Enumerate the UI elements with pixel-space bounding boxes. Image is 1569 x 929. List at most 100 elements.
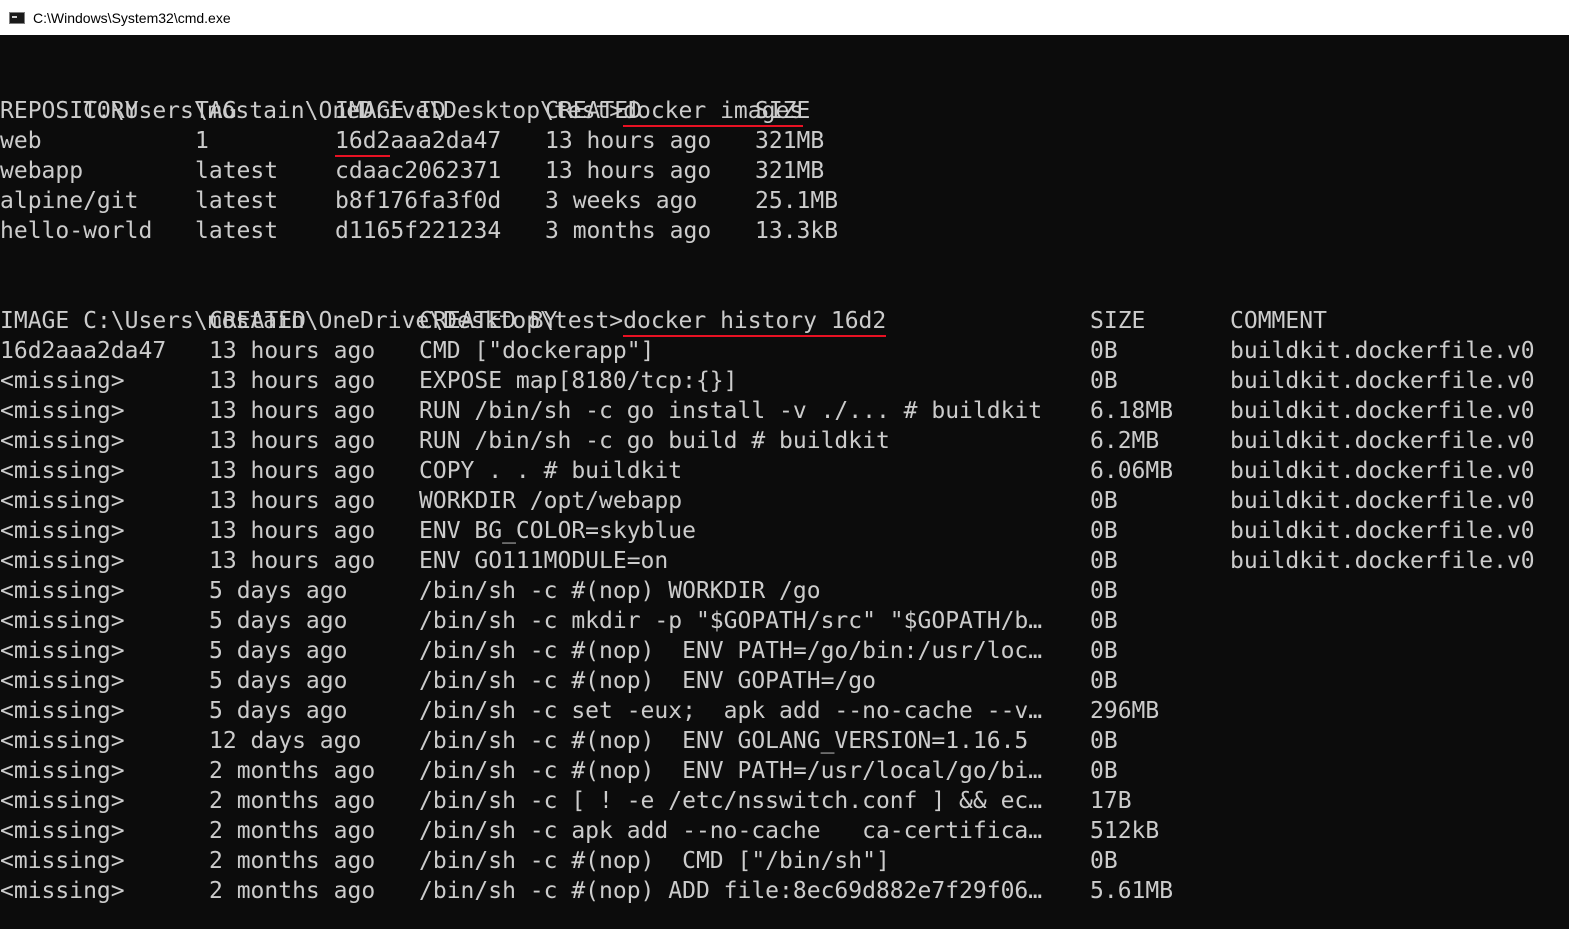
history-cell: 13 hours ago xyxy=(209,368,376,394)
images-cell: 321MB xyxy=(755,158,825,184)
images-cell: alpine/git xyxy=(0,188,139,214)
history-row: <missing> 5 days ago/bin/sh -c #(nop) ENV… xyxy=(0,636,1569,666)
cmd-icon xyxy=(9,11,25,24)
images-cell: 3 weeks ago xyxy=(545,188,698,214)
history-cell: /bin/sh -c #(nop) ENV PATH=/go/bin:/usr/… xyxy=(419,638,1043,664)
id-suffix: aaa2da47 xyxy=(390,128,502,154)
cmd-window: C:\Windows\System32\cmd.exe C:\Users\mos… xyxy=(0,0,1569,929)
images-row: webapp latest cdaac2062371 13 hours ago 321M… xyxy=(0,156,1569,186)
history-cell: <missing> xyxy=(0,518,125,544)
history-cell: 512kB xyxy=(1090,818,1160,844)
history-cell: 13 hours ago xyxy=(209,548,376,574)
history-row: <missing> 13 hours ago EXPOSE map[8180/tcp… xyxy=(0,366,1569,396)
history-row: <missing> 2 months ago/bin/sh -c #(nop) E… xyxy=(0,756,1569,786)
history-cell: 2 months ago xyxy=(209,788,376,814)
images-cell: 13 hours ago xyxy=(545,128,712,154)
history-header-size: SIZE xyxy=(1090,308,1146,334)
history-cell: <missing> xyxy=(0,638,125,664)
images-header-image-id: IMAGE ID xyxy=(335,98,446,124)
history-row: <missing> 13 hours ago WORKDIR /opt/webapp… xyxy=(0,486,1569,516)
history-cell: 2 months ago xyxy=(209,878,376,904)
history-cell: ENV BG_COLOR=skyblue xyxy=(419,518,696,544)
highlighted-id-prefix: 16d2 xyxy=(335,129,391,157)
images-cell: 13 hours ago xyxy=(545,158,712,184)
history-row: <missing> 13 hours ago ENV GO111MODULE=on 0… xyxy=(0,546,1569,576)
images-cell: web xyxy=(0,128,42,154)
history-cell: 17B xyxy=(1090,788,1132,814)
history-cell: 5 days ago xyxy=(209,638,348,664)
images-header-size: SIZE xyxy=(755,98,811,124)
history-cell: 0B xyxy=(1090,638,1118,664)
history-cell: 0B xyxy=(1090,548,1118,574)
images-header-row: REPOSITORY TAG IMAGE ID CREATED SIZE xyxy=(0,96,1569,126)
history-header-row: IMAGE CREATED CREATED BY SIZE COMMENT xyxy=(0,306,1569,336)
images-header-created: CREATED xyxy=(545,98,642,124)
history-cell: /bin/sh -c apk add --no-cache ca-certifi… xyxy=(419,818,1043,844)
history-cell: /bin/sh -c #(nop) ADD file:8ec69d882e7f2… xyxy=(419,878,1043,904)
history-cell: 2 months ago xyxy=(209,758,376,784)
history-cell: <missing> xyxy=(0,428,125,454)
history-row: <missing> 12 days ago/bin/sh -c #(nop) EN… xyxy=(0,726,1569,756)
history-row: <missing> 13 hours ago ENV BG_COLOR=skyblu… xyxy=(0,516,1569,546)
history-cell: 12 days ago xyxy=(209,728,362,754)
history-header-created: CREATED xyxy=(209,308,306,334)
history-cell: 2 months ago xyxy=(209,848,376,874)
history-cell: <missing> xyxy=(0,668,125,694)
history-cell: <missing> xyxy=(0,698,125,724)
history-cell: 13 hours ago xyxy=(209,488,376,514)
history-cell: 13 hours ago xyxy=(209,338,376,364)
history-cell: /bin/sh -c #(nop) ENV GOPATH=/go xyxy=(419,668,876,694)
history-row: <missing> 2 months ago/bin/sh -c [ ! -e /… xyxy=(0,786,1569,816)
images-cell: latest xyxy=(195,188,279,214)
prompt-line-history: C:\Users\mostain\OneDrive\Desktop\test>d… xyxy=(0,276,887,337)
history-row: <missing> 2 months ago/bin/sh -c #(nop) C… xyxy=(0,846,1569,876)
images-row: web 1 16d2aaa2da47 13 hours ago 321MB xyxy=(0,126,1569,157)
history-cell: /bin/sh -c [ ! -e /etc/nsswitch.conf ] &… xyxy=(419,788,1043,814)
images-cell: 1 xyxy=(195,128,209,154)
history-cell: 0B xyxy=(1090,668,1118,694)
history-cell: 0B xyxy=(1090,848,1118,874)
images-cell: d1165f221234 xyxy=(335,218,502,244)
history-cell: <missing> xyxy=(0,728,125,754)
history-row: <missing> 13 hours ago COPY . . # buildkit… xyxy=(0,456,1569,486)
history-cell: 6.06MB xyxy=(1090,458,1174,484)
history-cell: <missing> xyxy=(0,818,125,844)
history-cell: EXPOSE map[8180/tcp:{}] xyxy=(419,368,738,394)
history-cell: <missing> xyxy=(0,368,125,394)
history-cell: WORKDIR /opt/webapp xyxy=(419,488,683,514)
images-header-repository: REPOSITORY xyxy=(0,98,139,124)
images-cell: 321MB xyxy=(755,128,825,154)
history-cell: <missing> xyxy=(0,608,125,634)
history-cell: 6.18MB xyxy=(1090,398,1174,424)
history-row: <missing> 5 days ago/bin/sh -c set -eux; … xyxy=(0,696,1569,726)
history-cell: 5 days ago xyxy=(209,668,348,694)
history-row: <missing> 13 hours ago RUN /bin/sh -c go b… xyxy=(0,426,1569,456)
history-cell: buildkit.dockerfile.v0 xyxy=(1230,368,1535,394)
images-cell: 13.3kB xyxy=(755,218,839,244)
history-cell: 13 hours ago xyxy=(209,518,376,544)
history-cell: <missing> xyxy=(0,788,125,814)
history-cell: /bin/sh -c #(nop) ENV GOLANG_VERSION=1.1… xyxy=(419,728,1029,754)
history-cell: 13 hours ago xyxy=(209,428,376,454)
console-output[interactable]: C:\Users\mostain\OneDrive\Desktop\test>d… xyxy=(0,35,1569,929)
history-cell: buildkit.dockerfile.v0 xyxy=(1230,398,1535,424)
history-cell: 13 hours ago xyxy=(209,398,376,424)
history-cell: /bin/sh -c #(nop) CMD ["/bin/sh"] xyxy=(419,848,890,874)
history-cell: 0B xyxy=(1090,338,1118,364)
history-cell: 13 hours ago xyxy=(209,458,376,484)
images-cell: webapp xyxy=(0,158,84,184)
history-cell: 0B xyxy=(1090,728,1118,754)
history-cell: buildkit.dockerfile.v0 xyxy=(1230,428,1535,454)
history-cell: 0B xyxy=(1090,578,1118,604)
history-row: <missing> 13 hours ago RUN /bin/sh -c go i… xyxy=(0,396,1569,426)
history-cell: 6.2MB xyxy=(1090,428,1160,454)
history-row: <missing> 2 months ago/bin/sh -c #(nop) A… xyxy=(0,876,1569,906)
history-cell: 0B xyxy=(1090,488,1118,514)
images-cell: hello-world xyxy=(0,218,153,244)
history-header-comment: COMMENT xyxy=(1230,308,1327,334)
title-bar[interactable]: C:\Windows\System32\cmd.exe xyxy=(0,0,1569,35)
images-cell: b8f176fa3f0d xyxy=(335,188,502,214)
history-cell: 5 days ago xyxy=(209,698,348,724)
history-header-image: IMAGE xyxy=(0,308,70,334)
history-cell: /bin/sh -c set -eux; apk add --no-cache … xyxy=(419,698,1043,724)
